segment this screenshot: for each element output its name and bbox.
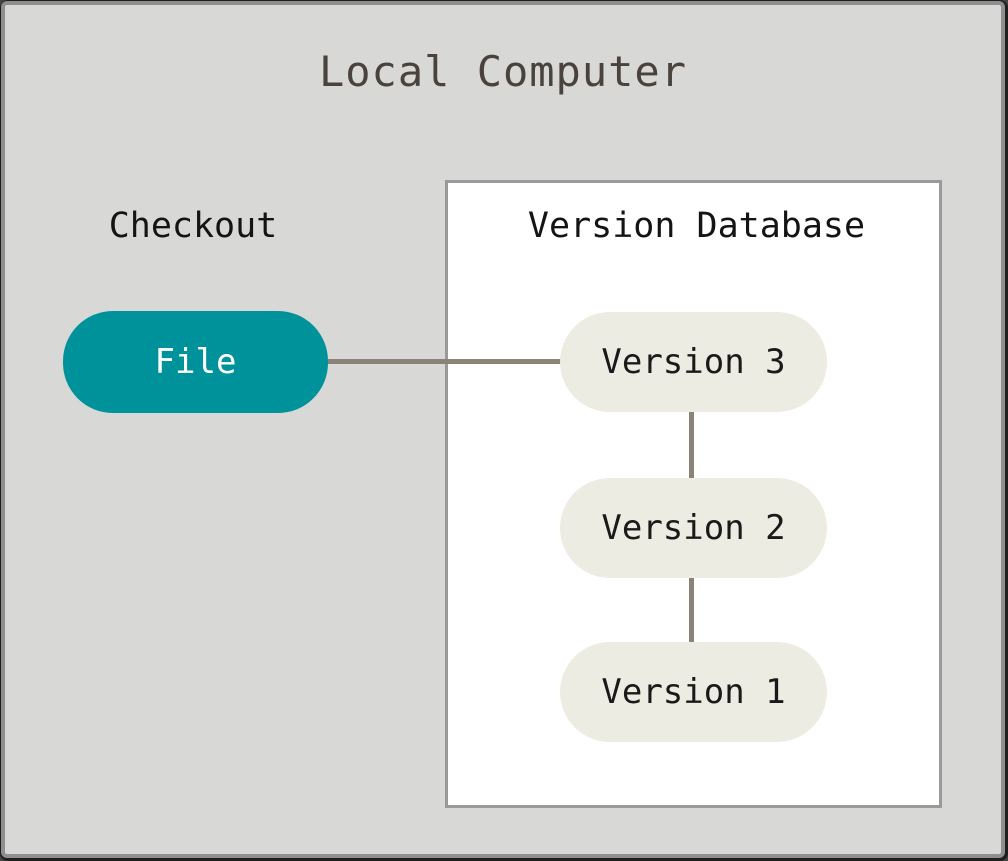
connector-version3-to-version2	[689, 410, 694, 482]
version-database-title: Version Database	[448, 206, 945, 246]
version-2-node: Version 2	[560, 478, 827, 578]
diagram-canvas: Local Computer Checkout Version Database…	[1, 1, 1005, 858]
checkout-section-label: Checkout	[60, 206, 326, 246]
version-1-node: Version 1	[560, 642, 827, 742]
version-3-node: Version 3	[560, 312, 827, 412]
connector-file-to-version3	[323, 359, 565, 364]
connector-version2-to-version1	[689, 575, 694, 645]
local-computer-frame: Local Computer Checkout Version Database…	[0, 0, 1008, 861]
diagram-title: Local Computer	[5, 47, 1001, 96]
file-node: File	[63, 311, 328, 413]
